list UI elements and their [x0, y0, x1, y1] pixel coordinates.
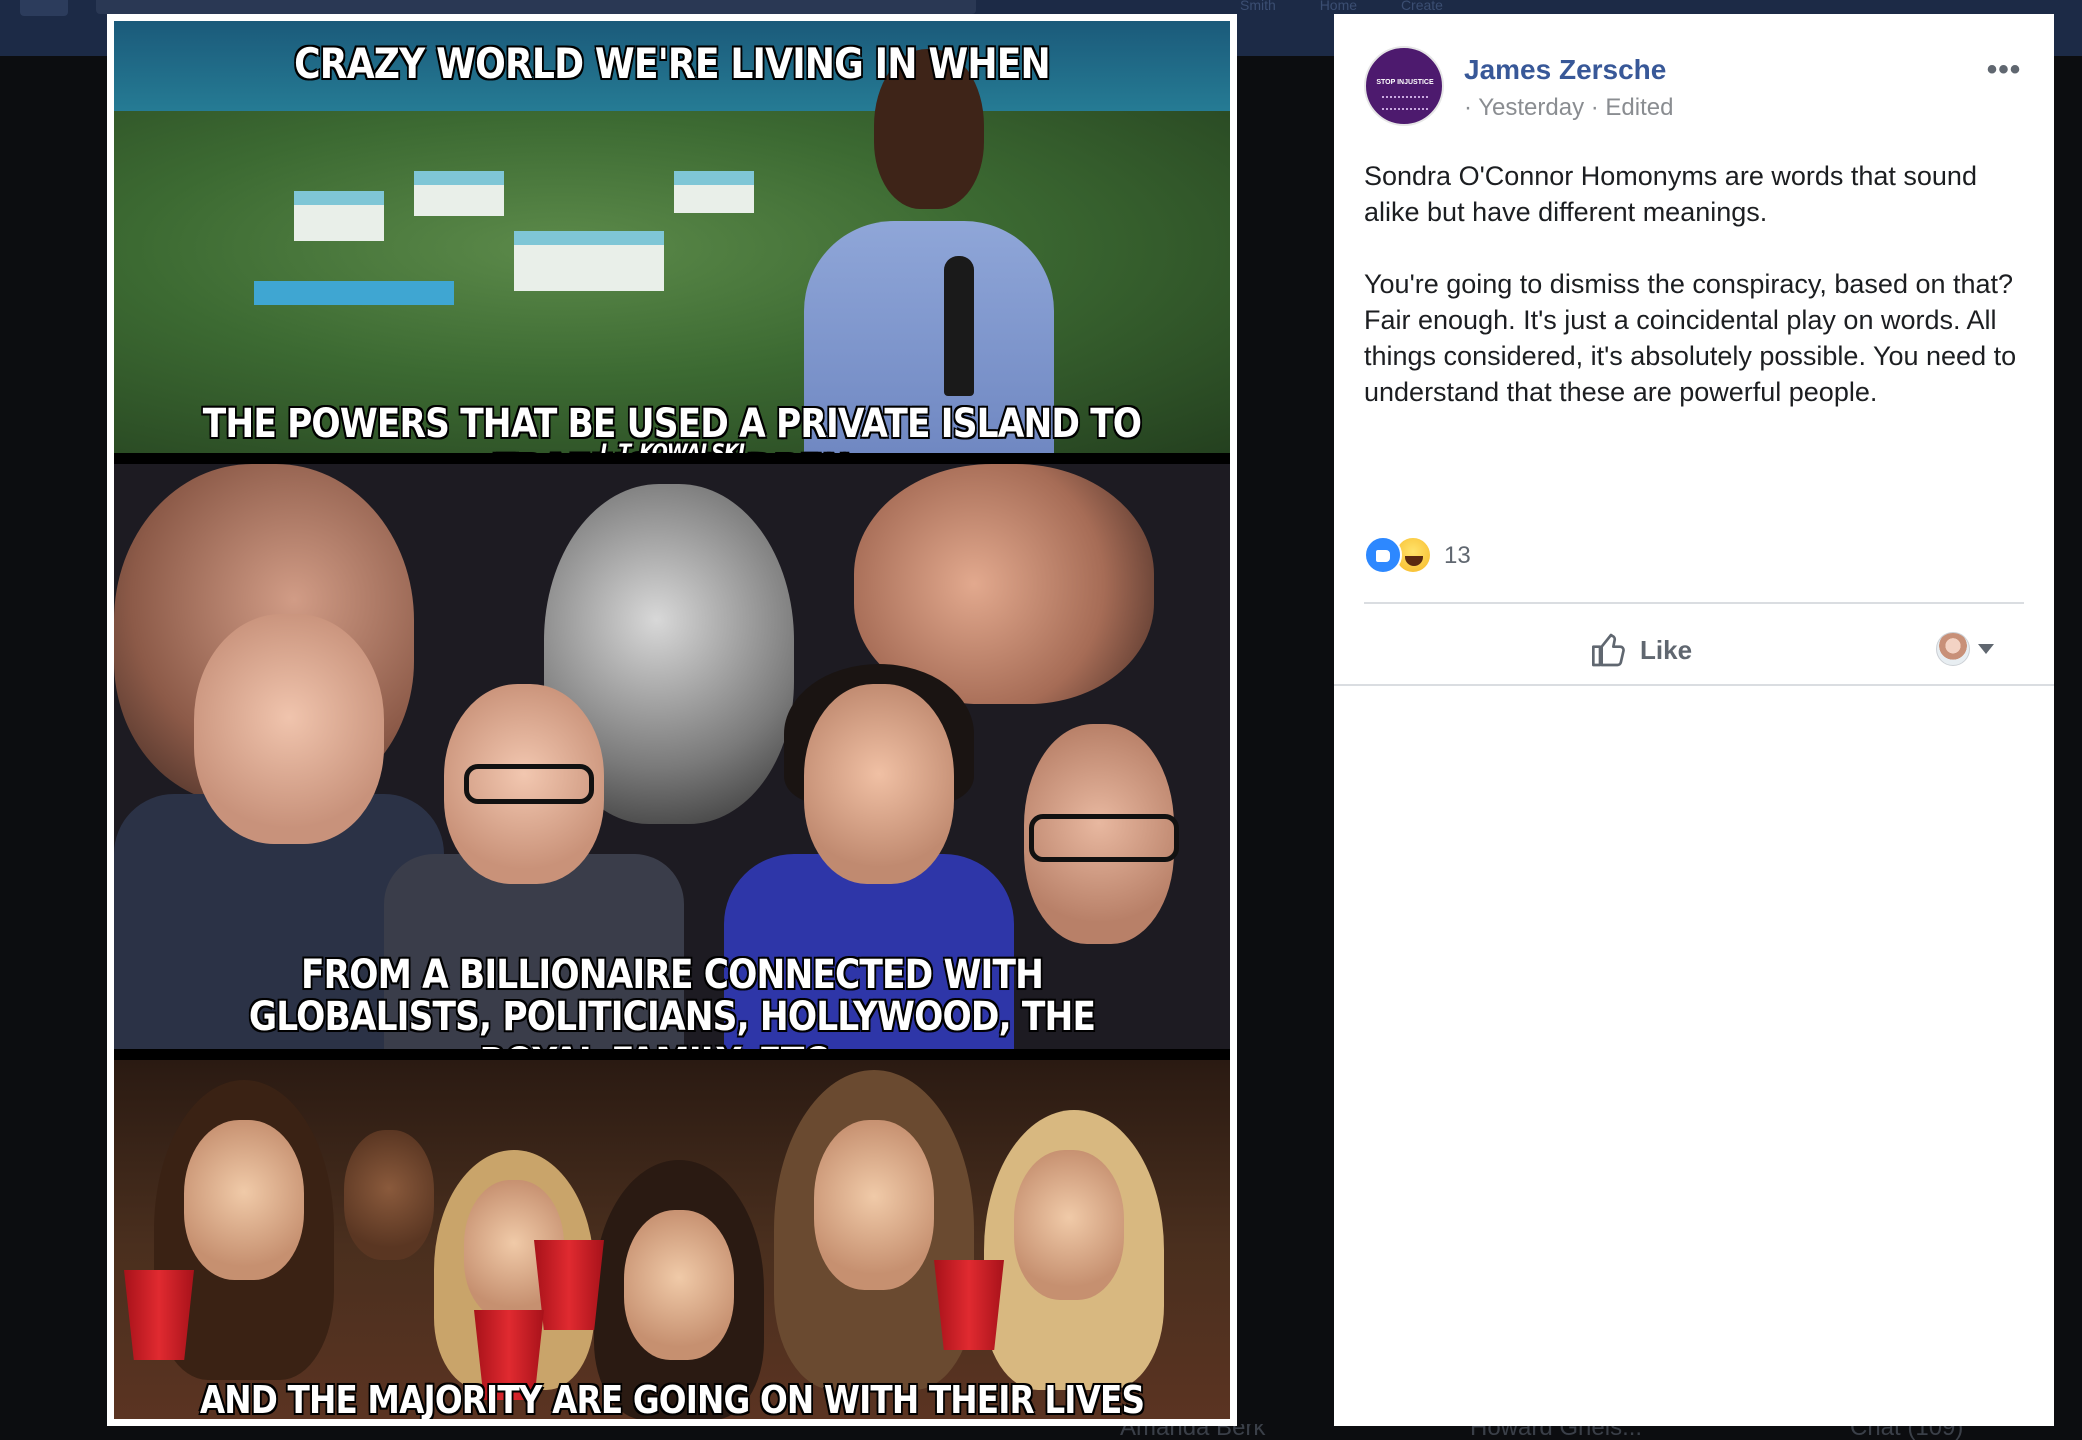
- nav-link-create: Create: [1400, 0, 1443, 13]
- post-timestamp[interactable]: · Yesterday · Edited: [1464, 94, 1673, 122]
- meme-panel-party: AND THE MAJORITY ARE GOING ON WITH THEIR…: [114, 1060, 1230, 1419]
- author-name-link[interactable]: James Zersche: [1464, 54, 1666, 86]
- chevron-down-icon: [1978, 644, 1994, 654]
- pool: [254, 281, 454, 305]
- reaction-summary[interactable]: 13: [1364, 534, 1664, 578]
- divider: [1364, 602, 2024, 604]
- meme-image: CRAZY WORLD WE'RE LIVING IN WHEN THE POW…: [114, 21, 1230, 1419]
- villa: [294, 191, 384, 241]
- chat-item: Chat (109): [1850, 1424, 1964, 1440]
- meme-panel2-caption-line1: FROM A BILLIONAIRE CONNECTED WITH: [300, 952, 1044, 998]
- meme-panel-faces: FROM A BILLIONAIRE CONNECTED WITH GLOBAL…: [114, 464, 1230, 1049]
- action-bar: Like: [1364, 620, 2024, 680]
- more-options-button[interactable]: •••: [1984, 55, 2024, 85]
- thumbs-up-icon: [1592, 633, 1625, 667]
- meme-panel-island: CRAZY WORLD WE'RE LIVING IN WHEN THE POW…: [114, 21, 1230, 453]
- face: [624, 1210, 734, 1360]
- like-label: Like: [1640, 634, 1693, 665]
- post-paragraph: Sondra O'Connor Homonyms are words that …: [1364, 161, 1977, 227]
- meme-panel2-caption-line2: GLOBALISTS, POLITICIANS, HOLLYWOOD, THE …: [248, 994, 1096, 1049]
- avatar[interactable]: STOP INJUSTICE: [1364, 46, 1444, 126]
- microphone-icon: [944, 256, 974, 396]
- meme-panel3-caption: AND THE MAJORITY ARE GOING ON WITH THEIR…: [199, 1378, 1145, 1419]
- like-reaction-icon: [1364, 536, 1402, 574]
- reaction-count: 13: [1444, 542, 1471, 569]
- background-nav-links: Smith Home Create: [1240, 0, 1740, 14]
- face: [804, 684, 954, 884]
- avatar-text: STOP INJUSTICE: [1376, 79, 1434, 86]
- facebook-logo-icon: [20, 0, 68, 16]
- red-cup-icon: [124, 1270, 194, 1360]
- face: [814, 1120, 934, 1290]
- post-text: Sondra O'Connor Homonyms are words that …: [1364, 158, 2024, 446]
- red-cup-icon: [934, 1260, 1004, 1350]
- nav-link-profile: Smith: [1240, 0, 1276, 13]
- background-search-bar: [96, 0, 976, 14]
- glasses-icon: [1029, 814, 1179, 862]
- villa: [674, 171, 754, 213]
- post-paragraph: You're going to dismiss the conspiracy, …: [1364, 269, 2017, 407]
- avatar-decoration: [1382, 96, 1428, 110]
- nav-link-home: Home: [1319, 0, 1358, 13]
- face: [184, 1120, 304, 1280]
- chat-item: Amanda Berk: [1120, 1424, 1266, 1440]
- reaction-profile-selector[interactable]: [1936, 630, 2008, 670]
- post-header: STOP INJUSTICE James Zersche · Yesterday…: [1364, 46, 2024, 146]
- user-avatar: [1936, 632, 1970, 666]
- divider: [1334, 684, 2054, 686]
- like-button[interactable]: Like: [1590, 620, 1750, 680]
- meme-credit: J. T. KOWALSKI: [192, 441, 1152, 453]
- meme-top-caption: CRAZY WORLD WE'RE LIVING IN WHEN: [294, 39, 1051, 88]
- photo-viewer[interactable]: CRAZY WORLD WE'RE LIVING IN WHEN THE POW…: [107, 14, 1237, 1426]
- chat-item: Howard Ghels...: [1470, 1424, 1643, 1440]
- post-sidebar: STOP INJUSTICE James Zersche · Yesterday…: [1334, 14, 2054, 1426]
- villa: [514, 231, 664, 291]
- background-chat-bar: Amanda Berk Howard Ghels... Chat (109): [1040, 1424, 2082, 1440]
- red-cup-icon: [534, 1240, 604, 1330]
- villa: [414, 171, 504, 216]
- glasses-icon: [464, 764, 594, 804]
- face: [194, 614, 384, 844]
- face: [1014, 1150, 1124, 1300]
- face: [344, 1130, 434, 1260]
